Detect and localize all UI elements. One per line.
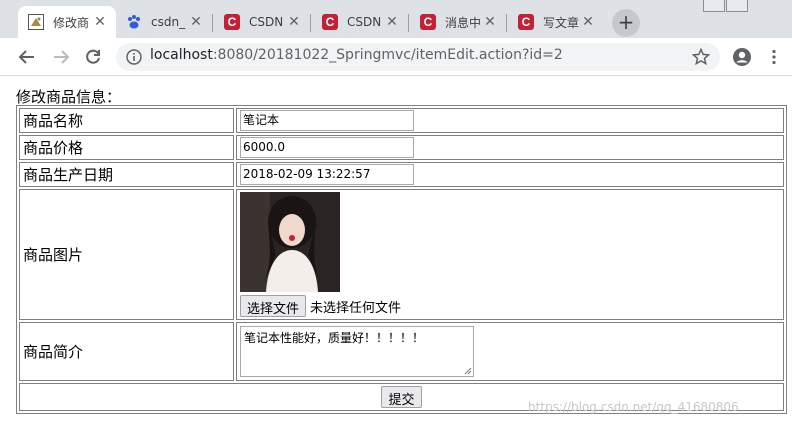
detail-label: 商品简介 <box>19 322 234 381</box>
baidu-paw-icon <box>126 14 142 30</box>
detail-cell: 笔记本性能好，质量好！！！！！ <box>236 322 784 381</box>
detail-textarea[interactable]: 笔记本性能好，质量好！！！！！ <box>240 326 474 377</box>
minimize-window-button[interactable] <box>703 0 725 12</box>
csdn-logo-icon: C <box>224 14 240 30</box>
reload-button[interactable] <box>80 44 106 70</box>
choose-file-button[interactable]: 选择文件 <box>240 295 307 317</box>
price-row: 商品价格 6000.0 <box>19 135 784 160</box>
address-bar[interactable]: localhost:8080/20181022_Springmvc/itemEd… <box>116 43 720 71</box>
name-input[interactable]: 笔记本 <box>240 110 414 131</box>
close-tab-icon[interactable]: ✕ <box>482 14 498 30</box>
date-cell: 2018-02-09 13:22:57 <box>236 162 784 187</box>
submit-button[interactable]: 提交 <box>381 386 422 408</box>
tab-separator <box>408 14 409 32</box>
detail-row: 商品简介 笔记本性能好，质量好！！！！！ <box>19 322 784 381</box>
tab-separator <box>212 14 213 32</box>
csdn-logo-icon: C <box>322 14 338 30</box>
tab-title: csdn_ <box>151 15 186 29</box>
name-cell: 笔记本 <box>236 108 784 133</box>
page-title: 修改商品信息： <box>16 88 122 106</box>
picture-label: 商品图片 <box>19 189 234 320</box>
page-content: 修改商品信息： 商品名称 笔记本 商品价格 6000.0 商品生产日期 2018… <box>0 77 792 427</box>
tab-item-edit[interactable]: 修改商 ✕ <box>18 6 116 38</box>
back-arrow-icon <box>18 50 34 64</box>
tab-csdn-search[interactable]: csdn_ ✕ <box>116 6 212 38</box>
tab-strip: 修改商 ✕ csdn_ ✕ C CSDN ✕ C CSDN ✕ C 消息中 ✕ … <box>0 0 792 38</box>
forward-arrow-icon <box>54 50 70 64</box>
name-label: 商品名称 <box>19 108 234 133</box>
more-vert-icon <box>772 49 776 65</box>
file-chooser: 选择文件 未选择任何文件 <box>240 295 780 317</box>
account-circle-icon <box>733 48 751 66</box>
csdn-logo-icon: C <box>518 14 534 30</box>
url-text[interactable]: localhost:8080/20181022_Springmvc/itemEd… <box>150 47 563 63</box>
url-host: localhost <box>150 47 213 63</box>
date-label: 商品生产日期 <box>19 162 234 187</box>
url-path: :8080/20181022_Springmvc/itemEdit.action… <box>212 47 563 63</box>
file-status-text: 未选择任何文件 <box>310 300 402 316</box>
tab-csdn-1[interactable]: C CSDN ✕ <box>214 6 310 38</box>
close-tab-icon[interactable]: ✕ <box>580 14 596 30</box>
price-input[interactable]: 6000.0 <box>240 137 414 158</box>
date-row: 商品生产日期 2018-02-09 13:22:57 <box>19 162 784 187</box>
new-tab-button[interactable]: + <box>612 9 640 37</box>
tab-title: CSDN <box>347 15 382 29</box>
item-edit-form: 商品名称 笔记本 商品价格 6000.0 商品生产日期 2018-02-09 1… <box>16 105 787 414</box>
menu-button[interactable] <box>761 44 787 70</box>
info-icon[interactable] <box>126 49 142 65</box>
back-button[interactable] <box>14 44 40 70</box>
tab-title: 消息中 <box>445 15 482 30</box>
price-cell: 6000.0 <box>236 135 784 160</box>
profile-button[interactable] <box>729 44 755 70</box>
tab-title: CSDN <box>249 15 284 29</box>
detail-text: 笔记本性能好，质量好！！！！！ <box>244 331 425 345</box>
close-tab-icon[interactable]: ✕ <box>92 14 108 30</box>
tab-title: 修改商 <box>53 15 90 30</box>
forward-button[interactable] <box>48 44 74 70</box>
browser-toolbar: localhost:8080/20181022_Springmvc/itemEd… <box>0 38 792 76</box>
tab-title: 写文章 <box>543 15 580 30</box>
price-label: 商品价格 <box>19 135 234 160</box>
item-edit-page-icon <box>28 14 44 30</box>
picture-cell: 选择文件 未选择任何文件 <box>236 189 784 320</box>
resize-grip-icon[interactable] <box>464 367 472 375</box>
name-row: 商品名称 笔记本 <box>19 108 784 133</box>
reload-icon <box>86 49 100 64</box>
tab-separator <box>310 14 311 32</box>
tab-messages[interactable]: C 消息中 ✕ <box>410 6 506 38</box>
tab-csdn-2[interactable]: C CSDN ✕ <box>312 6 408 38</box>
picture-row: 商品图片 选择文件 未选择任何文件 <box>19 189 784 320</box>
item-photo <box>240 192 340 292</box>
bookmark-star-icon[interactable] <box>692 48 710 66</box>
close-tab-icon[interactable]: ✕ <box>286 14 302 30</box>
close-tab-icon[interactable]: ✕ <box>384 14 400 30</box>
date-input[interactable]: 2018-02-09 13:22:57 <box>240 164 414 185</box>
tab-write-article[interactable]: C 写文章 ✕ <box>508 6 604 38</box>
watermark-text: https://blog.csdn.net/qq_41680806 <box>528 400 739 414</box>
tab-separator <box>506 14 507 32</box>
maximize-window-button[interactable] <box>726 0 748 12</box>
csdn-logo-icon: C <box>420 14 436 30</box>
close-tab-icon[interactable]: ✕ <box>188 14 204 30</box>
